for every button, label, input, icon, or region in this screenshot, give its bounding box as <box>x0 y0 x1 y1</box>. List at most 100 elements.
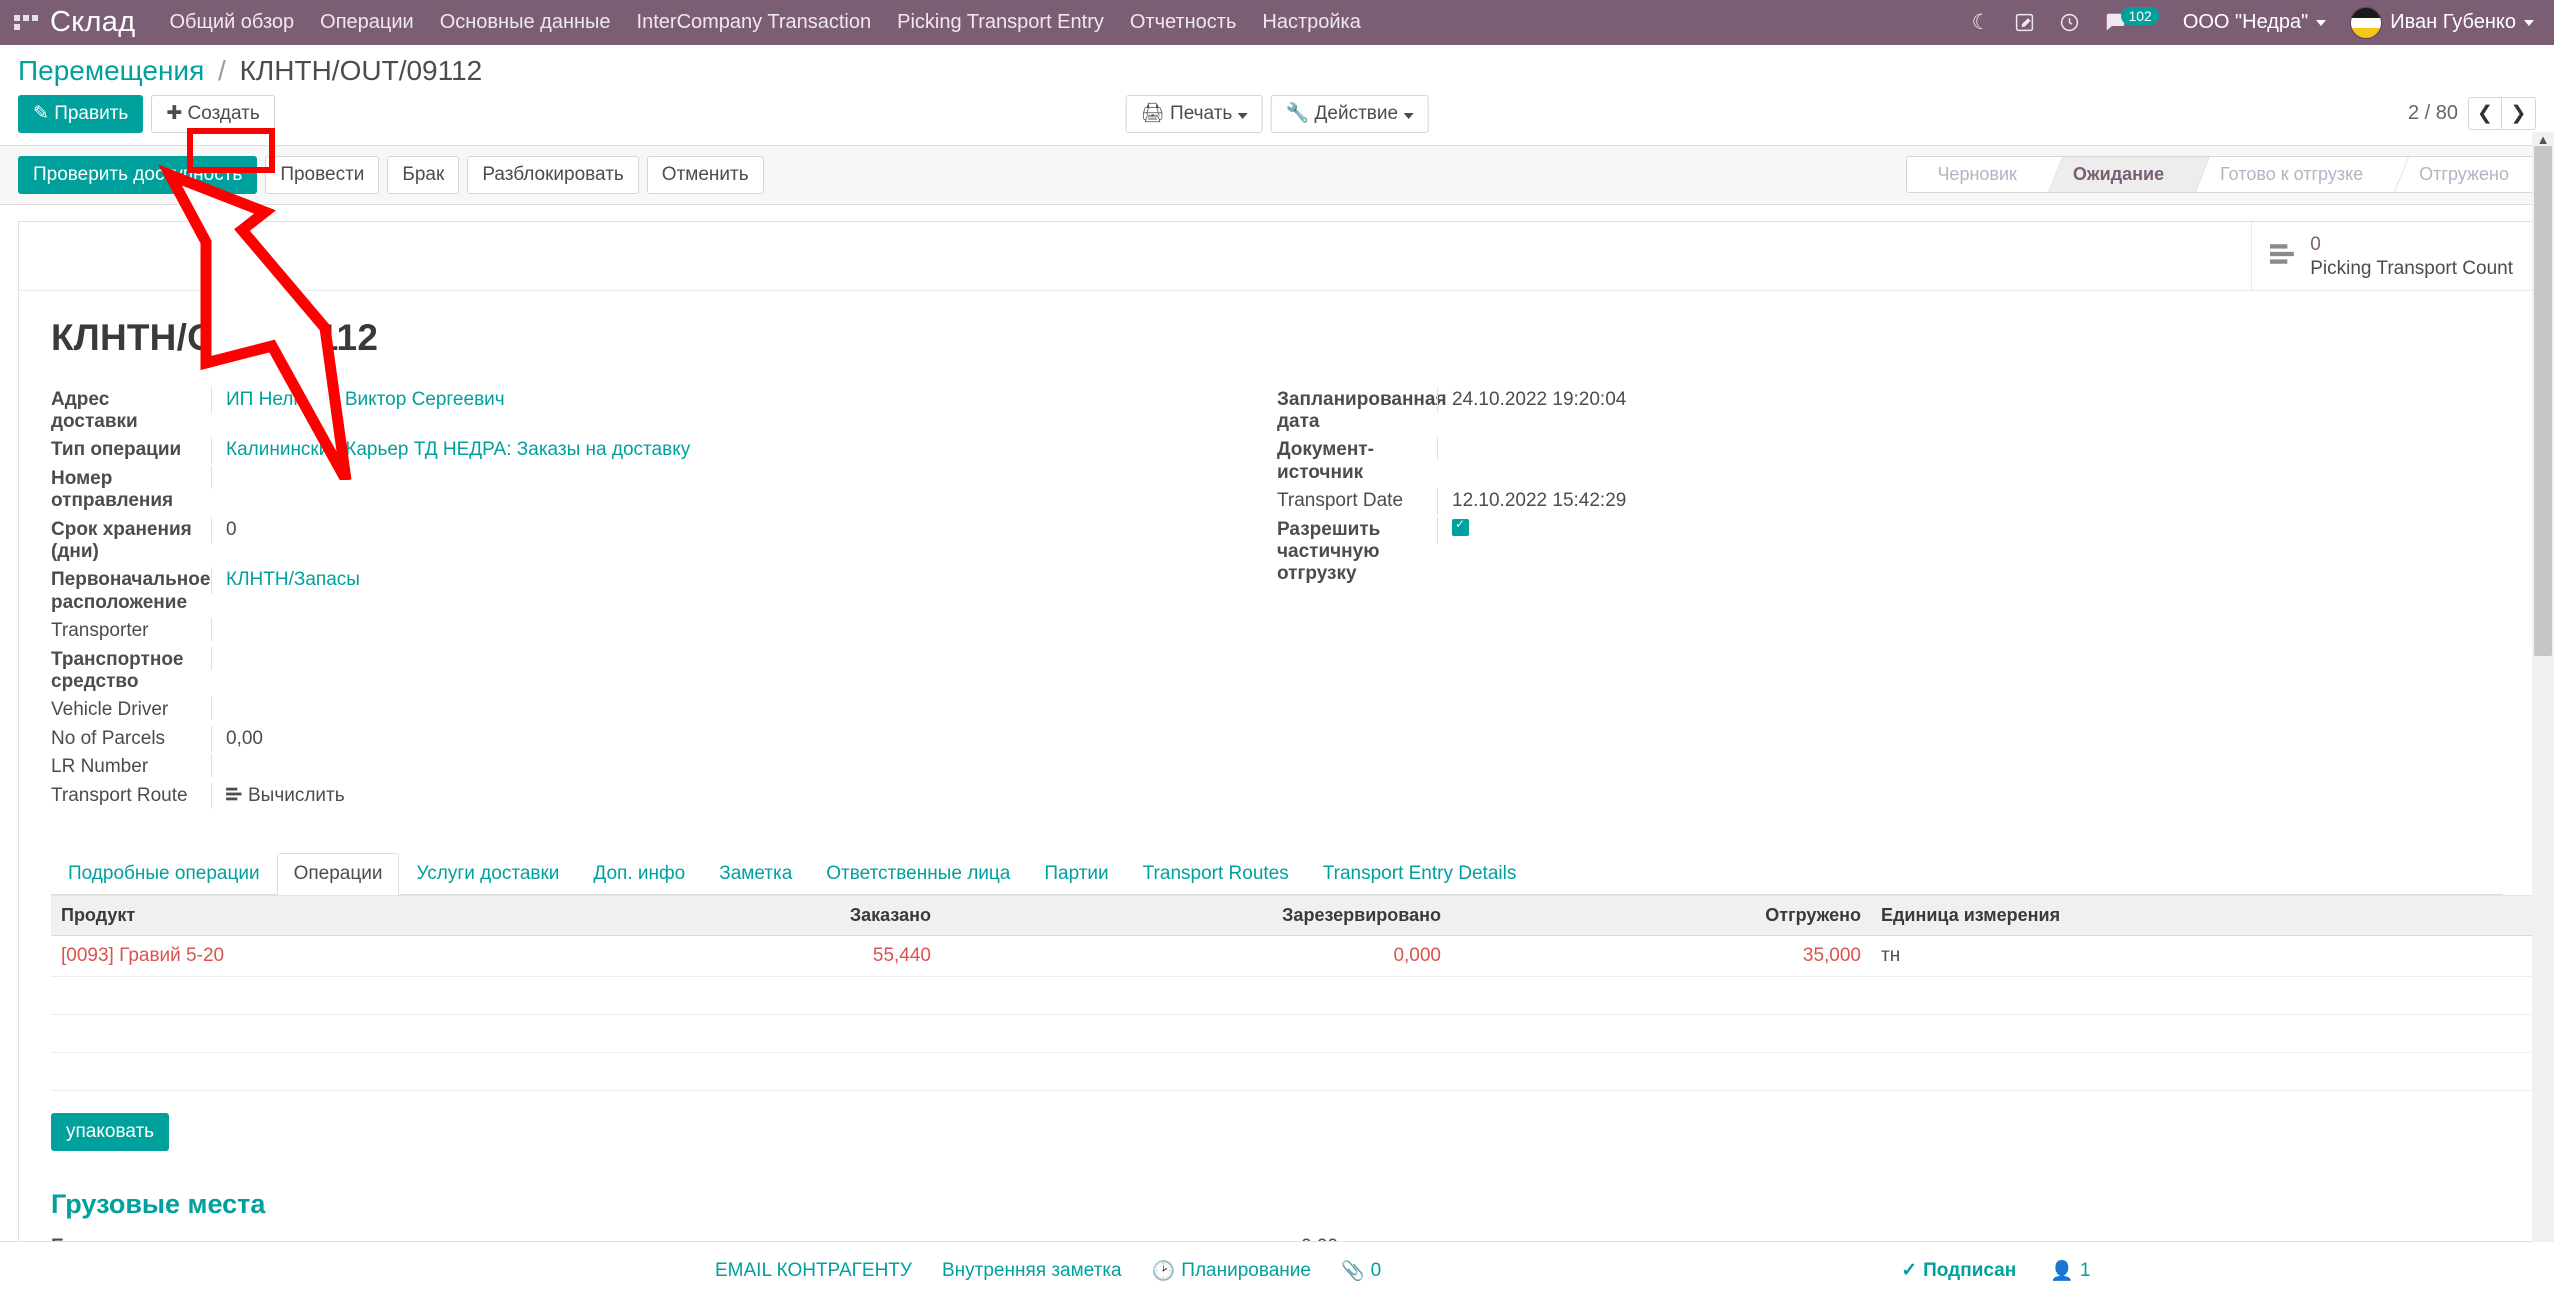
field-value[interactable] <box>211 646 1277 670</box>
chevron-down-icon <box>1403 113 1414 119</box>
allow-partial-shipment-checkbox[interactable] <box>1452 517 1469 536</box>
field-label: Документ-источник <box>1277 439 1374 483</box>
picking-transport-count-button[interactable]: 0 Picking Transport Count <box>2251 221 2535 290</box>
app-brand[interactable]: Склад <box>50 6 135 39</box>
cell-empty <box>51 1014 541 1053</box>
stat-buttons: 0 Picking Transport Count <box>19 221 2535 291</box>
pager-previous-button[interactable]: ❮ <box>2468 97 2502 131</box>
field-value[interactable] <box>211 697 1277 721</box>
field-value[interactable] <box>211 754 1277 778</box>
menu-item-picking-transport-entry[interactable]: Picking Transport Entry <box>897 11 1104 34</box>
field-value[interactable]: 12.10.2022 15:42:29 <box>1437 488 2503 515</box>
breadcrumb-root[interactable]: Перемещения <box>18 55 204 86</box>
company-selector[interactable]: ООО "Недра" <box>2183 11 2327 34</box>
delivery-address-link[interactable]: ИП Нелюбин Виктор Сергеевич <box>226 389 505 410</box>
field-value[interactable] <box>211 465 1277 489</box>
field-value[interactable] <box>1437 437 2503 461</box>
status-stage-done[interactable]: Отгружено <box>2389 157 2535 193</box>
status-bar: Черновик Ожидание Готово к отгрузке Отгр… <box>1906 156 2536 194</box>
field-label: Первоначальное расположение <box>51 569 211 613</box>
compute-route-button[interactable]: Вычислить <box>226 785 345 807</box>
chat-icon[interactable]: 102 <box>2104 6 2159 33</box>
clock-icon[interactable] <box>2059 12 2080 33</box>
tab-transport-entry-details[interactable]: Transport Entry Details <box>1306 853 1534 895</box>
menu-item-operations[interactable]: Операции <box>320 11 414 34</box>
field-no-of-parcels: No of Parcels 0,00 <box>51 725 1277 753</box>
column-ordered[interactable]: Заказано <box>541 895 941 936</box>
chevron-down-icon <box>2316 19 2327 26</box>
edit-icon[interactable] <box>2014 12 2035 33</box>
field-scheduled-date: Запланированная дата 24.10.2022 19:20:04 <box>1277 386 2503 436</box>
tab-responsible-persons[interactable]: Ответственные лица <box>809 853 1027 895</box>
menu-item-settings[interactable]: Настройка <box>1262 11 1360 34</box>
pager-next-button[interactable]: ❯ <box>2502 97 2536 131</box>
scroll-up-arrow-icon[interactable]: ▲ <box>2532 132 2554 147</box>
form-sheet: 0 Picking Transport Count КЛНТН/OUT/0911… <box>18 220 2554 1299</box>
cancel-button[interactable]: Отменить <box>646 155 764 194</box>
menu-item-reporting[interactable]: Отчетность <box>1130 11 1237 34</box>
menu-item-master-data[interactable]: Основные данные <box>440 11 611 34</box>
field-value[interactable]: 0,00 <box>211 725 1277 753</box>
user-menu[interactable]: Иван Губенко <box>2350 6 2534 39</box>
column-done[interactable]: Отгружено <box>1451 895 1871 936</box>
table-row <box>51 976 2554 1015</box>
unlock-button[interactable]: Разблокировать <box>467 155 639 194</box>
field-value[interactable]: 0 <box>211 516 1277 543</box>
tab-lots[interactable]: Партии <box>1027 853 1125 895</box>
vertical-scrollbar[interactable]: ▲ <box>2532 132 2554 1242</box>
operations-table-body: [0093] Гравий 5-20 55,440 0,000 35,000 т… <box>51 935 2554 1091</box>
field-shipment-number: Номер отправления <box>51 465 1277 515</box>
log-note-button[interactable]: Внутренняя заметка <box>942 1260 1122 1282</box>
cell-uom[interactable]: тн <box>1871 935 2161 977</box>
tab-transport-routes[interactable]: Transport Routes <box>1126 853 1306 895</box>
source-location-link[interactable]: КЛНТН/Запасы <box>226 569 360 590</box>
print-button[interactable]: 🖨 Печать <box>1125 95 1263 133</box>
table-row[interactable]: [0093] Гравий 5-20 55,440 0,000 35,000 т… <box>51 935 2554 977</box>
column-product[interactable]: Продукт <box>51 895 541 936</box>
moon-icon[interactable]: ☾ <box>1972 10 1991 35</box>
cell-spacer <box>2161 935 2554 977</box>
validate-button[interactable]: Провести <box>265 155 380 194</box>
cell-ordered[interactable]: 55,440 <box>541 935 941 977</box>
status-stage-ready[interactable]: Готово к отгрузке <box>2190 157 2390 193</box>
cell-empty <box>1871 1052 2161 1091</box>
check-icon: ✓ <box>1901 1260 1918 1281</box>
field-value[interactable]: 24.10.2022 19:20:04 <box>1437 386 2503 413</box>
scrollbar-thumb[interactable] <box>2534 146 2552 656</box>
send-email-button[interactable]: EMAIL КОНТРАГЕНТУ <box>715 1260 912 1282</box>
action-button[interactable]: 🔧 Действие <box>1270 95 1429 133</box>
field-transporter: Transporter <box>51 618 1277 644</box>
tab-detailed-operations[interactable]: Подробные операции <box>51 853 277 895</box>
status-stage-draft[interactable]: Черновик <box>1907 157 2043 193</box>
edit-button[interactable]: ✎ Править <box>18 95 144 133</box>
tab-note[interactable]: Заметка <box>702 853 809 895</box>
schedule-activity-button[interactable]: 🕑 Планирование <box>1152 1259 1311 1283</box>
attachments-button[interactable]: 📎 0 <box>1341 1259 1381 1283</box>
left-field-group: Адрес доставки ИП Нелюбин Виктор Сергеев… <box>51 386 1277 812</box>
tab-extra-info[interactable]: Доп. инфо <box>576 853 702 895</box>
tab-operations[interactable]: Операции <box>276 853 400 895</box>
check-availability-button[interactable]: Проверить доступность <box>18 155 258 194</box>
field-label: Vehicle Driver <box>51 699 169 721</box>
menu-item-intercompany[interactable]: InterCompany Transaction <box>637 11 872 34</box>
pack-button[interactable]: упаковать <box>51 1113 170 1151</box>
operation-type-link[interactable]: Калининский Карьер ТД НЕДРА: Заказы на д… <box>226 439 690 460</box>
cell-product[interactable]: [0093] Гравий 5-20 <box>51 935 541 977</box>
breadcrumb-separator: / <box>218 55 226 86</box>
apps-menu-icon[interactable] <box>14 15 40 30</box>
create-button[interactable]: ✚ Создать <box>151 95 275 133</box>
signed-label: Подписан <box>1923 1259 2017 1281</box>
status-stage-waiting[interactable]: Ожидание <box>2042 157 2191 193</box>
menu-item-overview[interactable]: Общий обзор <box>169 11 294 34</box>
column-uom[interactable]: Единица измерения <box>1871 895 2161 936</box>
column-reserved[interactable]: Зарезервировано <box>941 895 1451 936</box>
scrap-button[interactable]: Брак <box>387 155 460 194</box>
field-transport-date: Transport Date 12.10.2022 15:42:29 <box>1277 488 2503 515</box>
cell-done[interactable]: 35,000 <box>1451 935 1871 977</box>
field-value[interactable] <box>211 618 1277 642</box>
signed-status[interactable]: ✓ Подписан <box>1901 1259 2016 1282</box>
cell-empty <box>1451 976 1871 1015</box>
followers-button[interactable]: 👤 1 <box>2050 1259 2090 1283</box>
cell-reserved[interactable]: 0,000 <box>941 935 1451 977</box>
tab-delivery-services[interactable]: Услуги доставки <box>399 853 576 895</box>
